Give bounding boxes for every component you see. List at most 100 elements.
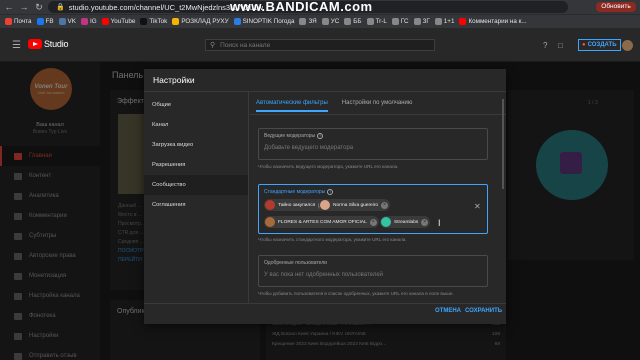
recorder-watermark: www.BANDICAM.com xyxy=(230,0,373,14)
bookmark-label: РОЗКЛАД РУХУ xyxy=(181,18,229,25)
clear-icon[interactable]: ✕ xyxy=(474,202,481,211)
help-icon[interactable]: ? xyxy=(327,189,334,195)
field-hint: Чтобы назначить стандартного модератора,… xyxy=(258,237,407,242)
bookmark-item[interactable]: УС xyxy=(321,18,340,25)
cancel-button[interactable]: ОТМЕНА xyxy=(435,308,461,314)
bookmark-item[interactable]: SINOPTIK Погода xyxy=(233,18,295,25)
bookmark-icon xyxy=(459,18,467,25)
studio-header: ☰ Studio ⚲ Поиск на канале ? □ ● СОЗДАТЬ xyxy=(0,28,640,62)
bookmark-label: ЗЯ xyxy=(308,18,317,25)
standard-moderators-field[interactable]: Стандартные модераторы? Тайно закупился×… xyxy=(258,184,488,234)
settings-nav-item[interactable]: Разрешения xyxy=(144,155,248,175)
browser-toolbar: ← → ↻ 🔒 studio.youtube.com/channel/UC_t2… xyxy=(0,0,640,14)
bookmark-item[interactable]: ЗЯ xyxy=(299,18,317,25)
forward-icon[interactable]: → xyxy=(18,1,30,13)
lead-moderator-input[interactable]: Добавьте ведущего модератора xyxy=(264,145,353,151)
remove-chip-icon[interactable]: × xyxy=(381,201,389,209)
bookmark-icon xyxy=(366,18,374,25)
divider xyxy=(250,114,506,115)
settings-nav: Общие Канал Загрузка видео Разрешения Сообще… xyxy=(144,92,249,303)
settings-nav-item[interactable]: Канал xyxy=(144,115,248,135)
bookmark-icon xyxy=(80,18,88,25)
approved-users-input[interactable]: У вас пока нет одобренных пользователей xyxy=(264,272,383,278)
avatar xyxy=(265,217,275,227)
update-button[interactable]: Обновить xyxy=(596,2,636,12)
tab-bar: Автоматические фильтры Настройки по умолч… xyxy=(256,100,426,112)
settings-content: Автоматические фильтры Настройки по умолч… xyxy=(250,92,506,303)
moderator-chip[interactable]: FLORES & ARTES COM AMOR OFICIAL × xyxy=(264,216,379,228)
help-icon[interactable]: ? xyxy=(317,133,324,139)
bookmark-label: УС xyxy=(330,18,340,25)
bookmark-label: Комментарии на к... xyxy=(468,18,527,25)
bookmark-item[interactable]: Tr-L xyxy=(366,18,387,25)
create-button[interactable]: ● СОЗДАТЬ xyxy=(578,39,621,51)
camera-icon: ● xyxy=(582,42,586,48)
bookmark-item[interactable]: ББ xyxy=(344,18,362,25)
moderator-chip[interactable]: Norma Silva guereiro × xyxy=(319,199,391,211)
bookmark-label: FB xyxy=(45,18,54,25)
remove-chip-icon[interactable]: × xyxy=(369,218,377,226)
bookmark-label: 1+1 xyxy=(443,18,455,25)
moderator-chip[interactable]: Streamlabs × xyxy=(380,216,431,228)
reload-icon[interactable]: ↻ xyxy=(33,1,45,13)
tab[interactable]: Автоматические фильтры xyxy=(256,100,328,112)
bookmark-icon xyxy=(413,18,421,25)
bookmark-icon xyxy=(58,18,66,25)
help-icon[interactable]: ? xyxy=(543,41,547,50)
field-label: Одобренные пользователи xyxy=(264,260,327,266)
chip-label: Streamlabs xyxy=(394,219,419,225)
bookmark-label: Почта xyxy=(14,18,32,25)
youtube-play-icon xyxy=(28,39,42,49)
menu-icon[interactable]: ☰ xyxy=(12,40,21,51)
lead-moderator-field[interactable]: Ведущие модераторы? Добавьте ведущего мо… xyxy=(258,128,488,160)
chip-label: FLORES & ARTES COM AMOR OFICIAL xyxy=(278,219,367,225)
bookmark-label: ББ xyxy=(353,18,362,25)
moderator-chip[interactable]: Тайно закупился× xyxy=(264,199,328,211)
bookmark-label: YouTube xyxy=(110,18,136,25)
bookmark-item[interactable]: Почта xyxy=(5,18,32,25)
bookmark-icon xyxy=(36,18,44,25)
dialog-title: Настройки xyxy=(153,75,195,85)
bookmark-label: ЗГ xyxy=(422,18,430,25)
bookmarks-bar: Почта FB VK IG YouTube TikTok РОЗКЛАД РУХУ SINO… xyxy=(0,14,640,28)
bookmark-label: SINOPTIK Погода xyxy=(242,18,295,25)
bookmark-item[interactable]: РОЗКЛАД РУХУ xyxy=(172,18,229,25)
bookmark-item[interactable]: VK xyxy=(58,18,76,25)
bookmark-item[interactable]: TikTok xyxy=(140,18,167,25)
avatar[interactable] xyxy=(622,40,633,51)
settings-nav-item[interactable]: Сообщество xyxy=(144,175,248,195)
bookmark-item[interactable]: ЗГ xyxy=(413,18,430,25)
bookmark-icon xyxy=(434,18,442,25)
settings-nav-item[interactable]: Загрузка видео xyxy=(144,135,248,155)
bookmark-item[interactable]: YouTube xyxy=(101,18,136,25)
bookmark-label: VK xyxy=(67,18,76,25)
avatar xyxy=(381,217,391,227)
bookmark-label: IG xyxy=(89,18,97,25)
bookmark-icon xyxy=(172,18,180,25)
avatar xyxy=(265,200,275,210)
text-cursor-icon: I xyxy=(438,218,441,228)
scrollbar[interactable] xyxy=(502,99,504,189)
bookmark-icon xyxy=(344,18,352,25)
bookmark-item[interactable]: IG xyxy=(80,18,97,25)
settings-nav-item[interactable]: Общие xyxy=(144,95,248,115)
save-button[interactable]: СОХРАНИТЬ xyxy=(465,308,502,314)
bookmark-item[interactable]: 1+1 xyxy=(434,18,455,25)
messages-icon[interactable]: □ xyxy=(558,41,563,50)
field-label: Ведущие модераторы? xyxy=(264,133,324,139)
logo-text: Studio xyxy=(44,39,69,49)
tab[interactable]: Настройки по умолчанию xyxy=(342,100,413,112)
settings-nav-item[interactable]: Соглашения xyxy=(144,195,248,215)
bookmark-item[interactable]: FB xyxy=(36,18,54,25)
bookmark-icon xyxy=(140,18,148,25)
bookmark-item[interactable]: ГС xyxy=(391,18,409,25)
studio-logo[interactable]: Studio xyxy=(28,39,69,49)
settings-dialog: Настройки Общие Канал Загрузка видео Разреш… xyxy=(144,69,506,324)
approved-users-field[interactable]: Одобренные пользователи У вас пока нет о… xyxy=(258,255,488,287)
bookmark-icon xyxy=(101,18,109,25)
bookmark-item[interactable]: Комментарии на к... xyxy=(459,18,527,25)
remove-chip-icon[interactable]: × xyxy=(421,218,429,226)
search-input[interactable]: ⚲ Поиск на канале xyxy=(205,39,435,51)
field-hint: Чтобы добавить пользователя в список одо… xyxy=(258,291,454,296)
back-icon[interactable]: ← xyxy=(3,1,15,13)
